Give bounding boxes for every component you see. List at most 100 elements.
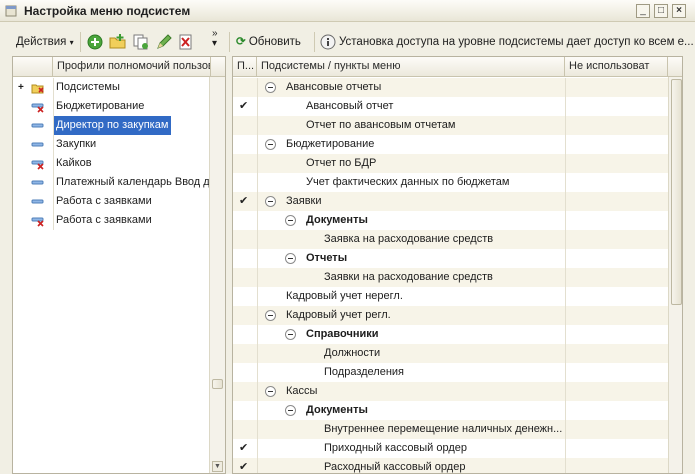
minimize-button[interactable]: _ xyxy=(636,4,650,18)
header-blank xyxy=(13,57,53,77)
menu-item-row[interactable]: Внутреннее перемещение наличных денежн..… xyxy=(233,420,668,439)
menu-item-row[interactable]: Отчет по БДР xyxy=(233,154,668,173)
close-button[interactable]: × xyxy=(672,4,686,18)
profile-row[interactable]: Работа с заявками xyxy=(13,211,209,230)
delete-icon[interactable] xyxy=(177,33,195,51)
menu-item-row[interactable]: Заявка на расходование средств xyxy=(233,230,668,249)
name-column-header[interactable]: Подсистемы / пункты меню xyxy=(257,57,565,77)
toolbar-overflow-icon[interactable]: » ▾ xyxy=(212,29,218,49)
menu-item-row[interactable]: ✔ Заявки xyxy=(233,192,668,211)
menu-item-row[interactable]: Подразделения xyxy=(233,363,668,382)
menu-item-row[interactable]: Отчет по авансовым отчетам xyxy=(233,116,668,135)
refresh-icon: ⟳ xyxy=(236,36,246,48)
menu-item-row[interactable]: Справочники xyxy=(233,325,668,344)
profile-row[interactable]: Платежный календарь Ввод д xyxy=(13,173,210,192)
menu-item-row[interactable]: Авансовые отчеты xyxy=(233,78,668,97)
subsystems-scrollbar[interactable] xyxy=(668,77,682,473)
not-used-column-header[interactable]: Не использоват xyxy=(565,57,668,77)
column-divider xyxy=(565,173,566,192)
menu-item-label: Приходный кассовый ордер xyxy=(324,442,468,454)
column-divider xyxy=(565,211,566,230)
column-divider xyxy=(565,154,566,173)
add-folder-icon[interactable] xyxy=(109,33,127,51)
menu-item-row[interactable]: Учет фактических данных по бюджетам xyxy=(233,173,668,192)
collapse-icon[interactable] xyxy=(285,405,296,416)
profiles-panel: Профили полномочий пользов + Подсистемы Бю… xyxy=(12,56,226,474)
profile-row[interactable]: + Подсистемы xyxy=(13,78,209,97)
menu-item-row[interactable]: ✔ Расходный кассовый ордер xyxy=(233,458,668,473)
column-divider xyxy=(53,78,54,97)
profile-label: Платежный календарь Ввод д xyxy=(56,176,210,188)
check-icon[interactable]: ✔ xyxy=(239,192,248,211)
profile-row[interactable]: Бюджетирование xyxy=(13,97,209,116)
collapse-icon[interactable] xyxy=(265,310,276,321)
toolbar-separator xyxy=(314,32,315,52)
menu-item-row[interactable]: Кадровый учет нерегл. xyxy=(233,287,668,306)
check-icon[interactable]: ✔ xyxy=(239,458,248,473)
profile-row[interactable]: Закупки xyxy=(13,135,209,154)
scroll-down-icon[interactable]: ▼ xyxy=(212,461,223,472)
menu-item-row[interactable]: Кадровый учет регл. xyxy=(233,306,668,325)
menu-item-row[interactable]: Кассы xyxy=(233,382,668,401)
copy-icon[interactable] xyxy=(132,33,150,51)
column-divider xyxy=(53,192,54,211)
refresh-button[interactable]: ⟳ Обновить xyxy=(236,34,301,50)
menu-item-label: Кадровый учет регл. xyxy=(286,309,391,321)
collapse-icon[interactable] xyxy=(265,82,276,93)
collapse-icon[interactable] xyxy=(285,253,296,264)
column-divider xyxy=(257,401,258,420)
item-icon xyxy=(31,123,44,128)
menu-item-row[interactable]: Отчеты xyxy=(233,249,668,268)
subsystems-panel: П... Подсистемы / пункты меню Не использ… xyxy=(232,56,683,474)
column-divider xyxy=(565,401,566,420)
window-title: Настройка меню подсистем xyxy=(24,4,191,18)
profile-row[interactable]: Работа с заявками xyxy=(13,192,209,211)
item-denied-icon xyxy=(31,160,44,170)
column-divider xyxy=(257,287,258,306)
collapse-icon[interactable] xyxy=(265,196,276,207)
column-divider xyxy=(565,287,566,306)
profile-row[interactable]: Директор по закупкам xyxy=(13,116,209,135)
menu-item-label: Заявки на расходование средств xyxy=(324,271,493,283)
item-denied-icon xyxy=(31,103,44,113)
menu-item-label: Заявка на расходование средств xyxy=(324,233,494,245)
menu-item-row[interactable]: ✔ Авансовый отчет xyxy=(233,97,668,116)
p-column-header[interactable]: П... xyxy=(233,57,257,77)
collapse-icon[interactable] xyxy=(285,329,296,340)
menu-item-row[interactable]: Должности xyxy=(233,344,668,363)
column-divider xyxy=(257,154,258,173)
menu-item-label: Авансовый отчет xyxy=(306,100,394,112)
edit-icon[interactable] xyxy=(155,33,173,51)
folder-denied-icon xyxy=(31,84,44,94)
profiles-column-header[interactable]: Профили полномочий пользов xyxy=(53,57,211,77)
check-icon[interactable]: ✔ xyxy=(239,97,248,116)
menu-item-row[interactable]: Заявки на расходование средств xyxy=(233,268,668,287)
menu-item-row[interactable]: Документы xyxy=(233,401,668,420)
check-icon[interactable]: ✔ xyxy=(239,439,248,458)
menu-item-label: Справочники xyxy=(306,328,379,340)
column-divider xyxy=(565,439,566,458)
menu-item-label: Учет фактических данных по бюджетам xyxy=(306,176,510,188)
collapse-icon[interactable] xyxy=(265,139,276,150)
profile-row[interactable]: Кайков xyxy=(13,154,209,173)
profiles-scrollbar[interactable]: ▼ xyxy=(209,77,225,473)
column-divider xyxy=(565,135,566,154)
menu-item-row[interactable]: Документы xyxy=(233,211,668,230)
toolbar-separator xyxy=(80,32,81,52)
column-divider xyxy=(565,306,566,325)
column-divider xyxy=(257,458,258,473)
profile-label: Работа с заявками xyxy=(56,214,152,226)
collapse-icon[interactable] xyxy=(265,386,276,397)
column-divider xyxy=(53,135,54,154)
scroll-thumb[interactable] xyxy=(212,379,223,389)
actions-menu[interactable]: Действия ▾ xyxy=(16,34,74,50)
column-divider xyxy=(53,116,54,135)
menu-item-row[interactable]: Бюджетирование xyxy=(233,135,668,154)
collapse-icon[interactable] xyxy=(285,215,296,226)
add-icon[interactable] xyxy=(86,33,104,51)
menu-item-row[interactable]: ✔ Приходный кассовый ордер xyxy=(233,439,668,458)
scroll-thumb[interactable] xyxy=(671,79,682,305)
expand-icon[interactable]: + xyxy=(18,78,24,97)
menu-item-label: Бюджетирование xyxy=(286,138,375,150)
maximize-button[interactable]: □ xyxy=(654,4,668,18)
